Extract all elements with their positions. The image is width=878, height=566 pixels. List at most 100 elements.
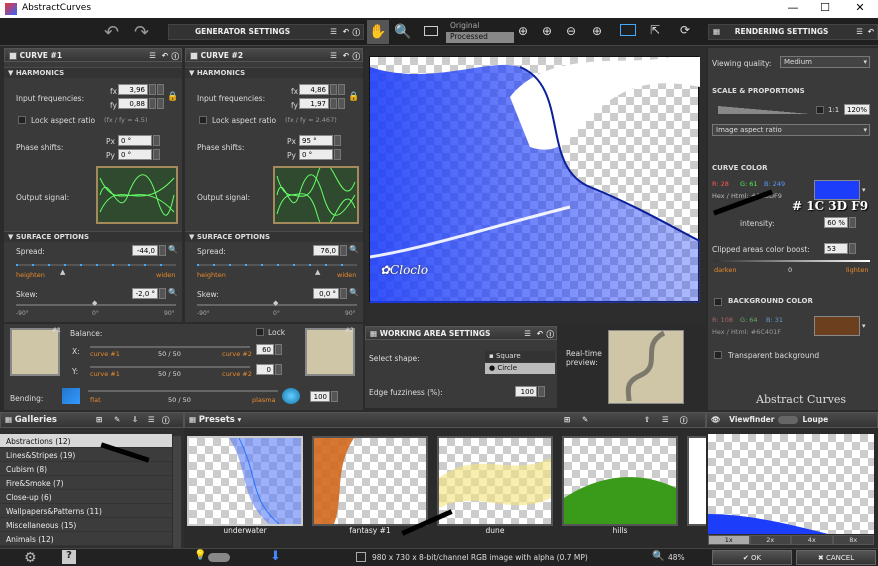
reset-icon[interactable]: ↶ [868,27,874,36]
px-spinner[interactable] [153,135,160,146]
add-icon[interactable]: ⊞ [96,415,102,424]
skew-input[interactable]: -2,0 ° [132,288,158,299]
download-icon[interactable]: ⬇ [270,549,281,564]
reset-icon[interactable]: ↶ [343,27,349,36]
spread-spinner[interactable] [340,245,347,256]
zoom-out-icon[interactable]: ⊖ [566,24,576,38]
gallery-item[interactable]: Abstractions (12) [0,434,172,448]
py-spinner[interactable] [334,149,341,160]
transparent-bg-checkbox[interactable] [714,351,722,359]
fy-spinner[interactable] [149,98,156,109]
reset-icon[interactable]: ↶ [537,329,543,338]
scale-1to1-checkbox[interactable] [816,106,824,114]
lock-aspect-checkbox[interactable] [199,116,207,124]
processed-toggle[interactable]: Processed [446,32,514,43]
harmonics-section[interactable]: ▼ HARMONICS [4,67,182,78]
zoom-level-button[interactable]: 2x [749,535,791,545]
edit-icon[interactable]: ✎ [114,415,120,424]
image-canvas[interactable]: ✿Cloclo [369,56,700,303]
fit-view-icon[interactable] [424,26,438,36]
menu-icon[interactable]: ☰ [662,415,669,424]
chevron-down-icon[interactable]: ▾ [862,322,866,330]
fx-spinner2[interactable] [338,84,345,95]
fy-spinner2[interactable] [157,98,164,109]
fx-input[interactable]: 3,96 [118,84,148,95]
viewing-quality-select[interactable]: Medium ▾ [780,56,870,68]
maximize-button[interactable]: ☐ [810,1,840,14]
fy-spinner[interactable] [330,98,337,109]
reset-icon[interactable]: ↶ [162,51,168,60]
search-icon[interactable]: 🔍 [168,245,178,254]
clipped-spinner[interactable] [849,243,856,254]
zoom-in-icon[interactable]: ⊕ [542,24,552,38]
tips-toggle[interactable] [208,553,230,562]
viewfinder-preview[interactable] [708,434,874,534]
gallery-item[interactable]: Fire&Smoke (7) [0,476,172,490]
skew-thumb[interactable]: ◆ [92,299,97,307]
help-icon[interactable]: ? [62,550,76,564]
menu-icon[interactable]: ☰ [149,51,156,60]
clipped-input[interactable]: 53 [824,243,848,254]
py-input[interactable]: 0 ° [299,149,333,160]
fx-spinner[interactable] [330,84,337,95]
skew-spinner[interactable] [159,288,166,299]
curve-color-swatch[interactable] [814,180,860,200]
lock-icon[interactable]: 🔒 [348,92,359,102]
circle-option[interactable]: ● Circle [485,363,555,374]
hand-tool-icon[interactable]: ✋ [367,20,389,44]
add-icon[interactable]: ⊞ [564,415,570,424]
preset-thumb[interactable] [312,436,428,526]
fx-input[interactable]: 4,86 [299,84,329,95]
zoom-level-button[interactable]: 4x [791,535,833,545]
redo-icon[interactable]: ↷ [134,22,149,43]
rotate-icon[interactable]: ⟳ [680,23,690,37]
search-icon[interactable]: 🔍 [349,245,359,254]
fy-spinner2[interactable] [338,98,345,109]
spread-slider[interactable] [197,264,357,266]
bending-input[interactable]: 100 [310,391,330,402]
menu-icon[interactable]: ☰ [148,415,155,424]
viewfinder-toggle[interactable] [778,416,799,424]
upload-icon[interactable]: ⇧ [644,415,650,424]
cancel-button[interactable]: ✖ CANCEL [796,550,876,565]
menu-icon[interactable]: ☰ [856,27,863,36]
gallery-item[interactable]: Miscellaneous (15) [0,518,172,532]
import-icon[interactable]: ⇩ [132,415,138,424]
py-spinner[interactable] [153,149,160,160]
info-icon[interactable]: ⓘ [172,51,180,62]
balance-x-slider[interactable] [90,346,250,348]
px-input[interactable]: 0 ° [118,135,152,146]
edge-fuzziness-input[interactable]: 100 [515,386,537,397]
px-input[interactable]: 95 ° [299,135,333,146]
gallery-item[interactable]: Close-up (6) [0,490,172,504]
zoom-level-button[interactable]: 8x [832,535,874,545]
edge-fuzziness-spinner[interactable] [538,386,545,397]
preset-thumb-partial[interactable] [687,436,706,526]
fy-input[interactable]: 0,88 [118,98,148,109]
fx-spinner2[interactable] [157,84,164,95]
gallery-item[interactable]: Animals (12) [0,532,172,546]
spread-input[interactable]: 76,0 [313,245,339,256]
surface-options-section[interactable]: ▼ SURFACE OPTIONS [4,231,182,242]
bg-color-swatch[interactable] [814,316,860,336]
settings-gear-icon[interactable]: ⚙ [24,550,37,566]
spread-thumb[interactable]: ▲ [60,268,65,276]
scale-slider[interactable] [718,106,810,114]
menu-icon[interactable]: ☰ [524,329,531,338]
balance-x-input[interactable]: 60 [256,344,274,355]
gallery-scrollbar[interactable] [173,436,181,548]
undo-icon[interactable]: ↶ [104,22,119,43]
skew-thumb[interactable]: ◆ [273,299,278,307]
lock-icon[interactable]: 🔒 [167,92,178,102]
curve1-enable-checkbox[interactable] [9,52,17,60]
original-toggle[interactable]: Original [446,21,514,31]
ok-button[interactable]: ✔ OK [712,550,792,565]
bending-slider[interactable] [88,390,278,392]
fy-input[interactable]: 1,97 [299,98,329,109]
balance-lock-checkbox[interactable] [256,328,264,336]
info-icon[interactable]: ⓘ [680,415,688,426]
export-icon[interactable]: ⇱ [650,23,660,37]
zoom-level-button[interactable]: 1x [708,535,750,545]
compare-icon[interactable]: ⊕ [518,24,528,38]
bending-spinner[interactable] [331,391,338,402]
